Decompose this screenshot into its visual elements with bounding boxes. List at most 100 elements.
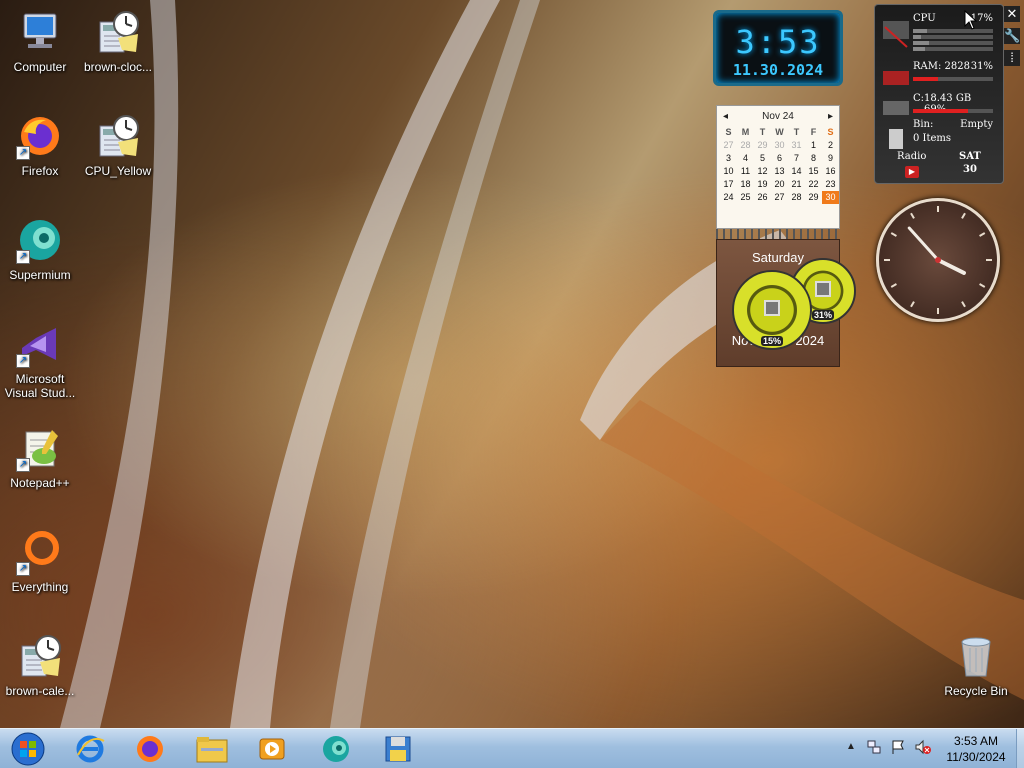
- supermium-icon: ↗: [16, 216, 64, 264]
- calendar-day-cell[interactable]: 24: [720, 191, 737, 204]
- network-icon[interactable]: [866, 739, 882, 755]
- desktop-icon-computer[interactable]: Computer: [0, 8, 80, 74]
- show-hidden-icons-icon[interactable]: ▲: [846, 741, 856, 752]
- ram-label: RAM: 2828: [913, 61, 970, 72]
- mouse-cursor-icon: [964, 10, 978, 30]
- calendar-day-cell[interactable]: 8: [805, 152, 822, 165]
- calendar-weekday-header: T: [759, 127, 766, 137]
- taskbar-clock[interactable]: 3:53 AM 11/30/2024: [936, 733, 1016, 765]
- desktop-icon-label: brown-cale...: [5, 684, 75, 698]
- calendar-day-cell[interactable]: 3: [720, 152, 737, 165]
- desktop-icon-label: Supermium: [9, 268, 71, 282]
- calendar-day-cell[interactable]: 12: [754, 165, 771, 178]
- gadget-controls: ✕ 🔧 ⁞: [1004, 6, 1022, 66]
- radio-label[interactable]: Radio: [897, 151, 926, 162]
- taskbar-floppy-app[interactable]: [370, 731, 426, 767]
- system-monitor-gadget[interactable]: CPU 17% RAM: 2828 31% C: 18.43 GB 69% Bi…: [874, 4, 1004, 184]
- calendar-day-cell[interactable]: 15: [805, 165, 822, 178]
- action-center-flag-icon[interactable]: [890, 739, 906, 755]
- calendar-day-cell[interactable]: 21: [788, 178, 805, 191]
- taskbar-firefox[interactable]: [122, 731, 178, 767]
- calendar-day-cell[interactable]: 17: [720, 178, 737, 191]
- clock-tick: [979, 283, 986, 288]
- calendar-day-cell[interactable]: 1: [805, 139, 822, 152]
- calendar-day-cell[interactable]: 31: [788, 139, 805, 152]
- calendar-day-cell[interactable]: 20: [771, 178, 788, 191]
- calendar-day-cell[interactable]: 10: [720, 165, 737, 178]
- calendar-day-cell[interactable]: 27: [720, 139, 737, 152]
- calendar-day-cell[interactable]: 22: [805, 178, 822, 191]
- calendar-day-cell[interactable]: 6: [771, 152, 788, 165]
- cpu-gauge-1-value: 15%: [760, 336, 784, 346]
- chip-icon: [815, 281, 831, 297]
- volume-muted-icon[interactable]: [914, 739, 932, 755]
- calendar-day-cell[interactable]: 4: [737, 152, 754, 165]
- digital-clock-gadget[interactable]: 3:53 11.30.2024: [713, 10, 843, 86]
- calendar-day-cell[interactable]: 11: [737, 165, 754, 178]
- cpu-meter-gadget[interactable]: 31% 15%: [732, 258, 862, 350]
- desktop-icon-cpu-yellow[interactable]: CPU_Yellow: [78, 112, 158, 178]
- clock-tick: [979, 232, 986, 237]
- desktop-icon-recycle-bin[interactable]: Recycle Bin: [936, 632, 1016, 698]
- calendar-weekday-header: S: [827, 127, 834, 137]
- digital-clock-date: 11.30.2024: [732, 61, 824, 79]
- calendar-day-cell[interactable]: 27: [771, 191, 788, 204]
- calendar-day-cell[interactable]: 5: [754, 152, 771, 165]
- taskbar-internet-explorer[interactable]: [62, 731, 118, 767]
- taskbar-file-explorer[interactable]: [184, 731, 240, 767]
- cpu-bar: [913, 41, 993, 45]
- analog-clock-gadget[interactable]: [876, 198, 1000, 322]
- calendar-day-cell[interactable]: 14: [788, 165, 805, 178]
- calendar-day-cell[interactable]: 13: [771, 165, 788, 178]
- calendar-day-cell[interactable]: 9: [822, 152, 839, 165]
- taskbar-time: 3:53 AM: [953, 734, 999, 748]
- ram-value: 31%: [970, 61, 993, 72]
- calendar-day-cell[interactable]: 7: [788, 152, 805, 165]
- shortcut-arrow-icon: ↗: [16, 354, 30, 368]
- calendar-weekday-header: M: [741, 127, 750, 137]
- desktop-icon-label: Computer: [13, 60, 67, 74]
- desktop-icon-everything[interactable]: ↗ Everything: [0, 528, 80, 594]
- desktop-icon-notepad-plus-plus[interactable]: ↗ Notepad++: [0, 424, 80, 490]
- computer-icon: [16, 8, 64, 56]
- taskbar-date: 11/30/2024: [946, 750, 1006, 764]
- calendar-gadget-file-icon: [16, 632, 64, 680]
- calendar-day-cell[interactable]: 30: [822, 191, 839, 204]
- taskbar-media-player[interactable]: [244, 731, 300, 767]
- wrench-icon[interactable]: 🔧: [1004, 28, 1020, 44]
- media-player-icon: [259, 738, 285, 760]
- bin-label: Bin:: [913, 119, 934, 130]
- taskbar-supermium[interactable]: [308, 731, 364, 767]
- desktop-icon-firefox[interactable]: ↗ Firefox: [0, 112, 80, 178]
- calendar-day-cell[interactable]: 29: [754, 139, 771, 152]
- start-button[interactable]: [0, 731, 56, 767]
- calendar-day-cell[interactable]: 28: [737, 139, 754, 152]
- chip-icon: [764, 300, 780, 316]
- cpu-bar: [913, 29, 993, 33]
- calendar-day-cell[interactable]: 29: [805, 191, 822, 204]
- desktop-icon-supermium[interactable]: ↗ Supermium: [0, 216, 80, 282]
- next-month-icon[interactable]: ▸: [828, 111, 833, 122]
- calendar-day-cell[interactable]: 23: [822, 178, 839, 191]
- calendar-weekday-header: T: [793, 127, 800, 137]
- calendar-day-cell[interactable]: 25: [737, 191, 754, 204]
- desktop-icon-brown-clock[interactable]: brown-cloc...: [78, 8, 158, 74]
- calendar-day-cell[interactable]: 30: [771, 139, 788, 152]
- drag-handle-icon[interactable]: ⁞: [1004, 50, 1020, 66]
- calendar-day-cell[interactable]: 16: [822, 165, 839, 178]
- desktop-icon-brown-calendar[interactable]: brown-cale...: [0, 632, 80, 698]
- desktop-icon-visual-studio[interactable]: ↗ Microsoft Visual Stud...: [0, 320, 80, 400]
- calendar-day-cell[interactable]: 2: [822, 139, 839, 152]
- play-icon[interactable]: ▶: [905, 166, 919, 178]
- prev-month-icon[interactable]: ◂: [723, 111, 728, 122]
- calendar-day-cell[interactable]: 19: [754, 178, 771, 191]
- day-number: 30: [963, 164, 977, 175]
- desktop-icon-label: Notepad++: [10, 476, 70, 490]
- show-desktop-button[interactable]: [1016, 729, 1024, 768]
- calendar-day-cell[interactable]: 28: [788, 191, 805, 204]
- close-icon[interactable]: ✕: [1004, 6, 1020, 22]
- ram-bar: [913, 75, 993, 81]
- calendar-day-cell[interactable]: 26: [754, 191, 771, 204]
- calendar-day-cell[interactable]: 18: [737, 178, 754, 191]
- clock-tick: [890, 232, 897, 237]
